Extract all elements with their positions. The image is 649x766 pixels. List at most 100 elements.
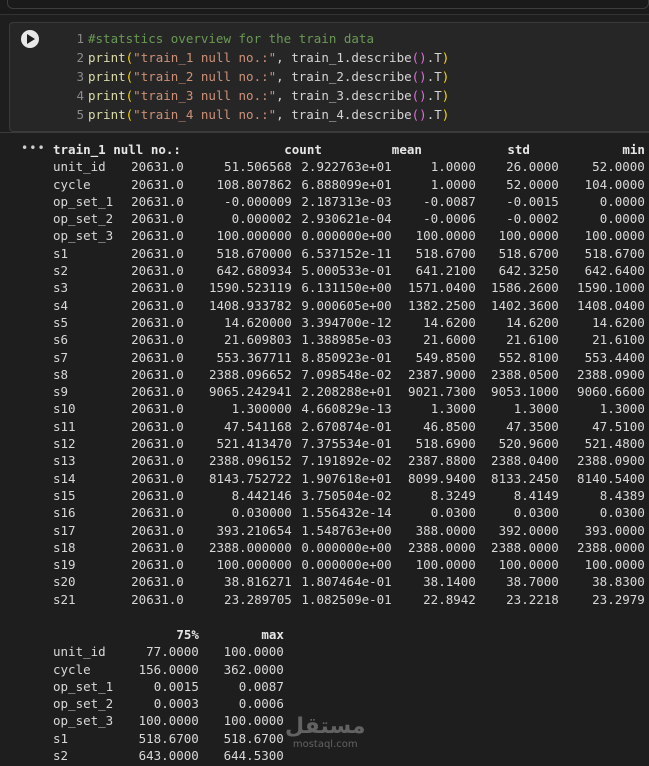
table-cell: 1.3000 xyxy=(599,401,645,417)
code-paren: ) xyxy=(441,50,450,65)
table-cell: 156.0000 xyxy=(138,661,199,677)
table-cell: 521.413470 xyxy=(216,436,292,452)
table-row-label: s20 xyxy=(53,574,76,590)
table-cell: 20631.0 xyxy=(131,314,184,330)
table-column-header: count xyxy=(284,142,322,157)
table-cell: 2.930621e-04 xyxy=(301,211,392,227)
table-cell: 100.0000 xyxy=(498,228,559,244)
table-cell: 1.556432e-14 xyxy=(301,505,392,521)
table-row-label: unit_id xyxy=(53,644,106,660)
table-cell: 20631.0 xyxy=(131,436,184,452)
table-cell: 20631.0 xyxy=(131,211,184,227)
table-cell: 5.000533e-01 xyxy=(301,263,392,279)
table-cell: 518.6700 xyxy=(138,730,199,746)
table-row-label: cycle xyxy=(53,661,91,677)
table-cell: 20631.0 xyxy=(131,453,184,469)
table-cell: 14.6200 xyxy=(592,314,645,330)
run-cell-button[interactable] xyxy=(21,30,39,48)
table-cell: 46.8500 xyxy=(423,418,476,434)
table-cell: 1.807464e-01 xyxy=(301,574,392,590)
code-paren: ) xyxy=(441,88,450,103)
table-row-label: s7 xyxy=(53,349,69,365)
output-divider xyxy=(0,132,649,133)
code-cell[interactable]: 1 #statstics overview for the train data 2… xyxy=(9,22,649,132)
code-editor[interactable]: 1 #statstics overview for the train data 2… xyxy=(72,29,449,124)
code-comma: , xyxy=(276,69,284,84)
code-identifier: train_4.describe xyxy=(283,107,412,122)
table-cell: 549.8500 xyxy=(415,349,476,365)
table-cell: 1408.0400 xyxy=(577,297,645,313)
table-cell: 9060.6600 xyxy=(577,384,645,400)
table-cell: 23.289705 xyxy=(224,591,292,607)
code-line: 2 print("train_1 null no.:", train_1.desc… xyxy=(72,48,449,67)
table-cell: 7.375534e-01 xyxy=(301,436,392,452)
table-cell: 2.670874e-01 xyxy=(301,418,392,434)
table-cell: 8.442146 xyxy=(231,487,292,503)
table-cell: 7.098548e-02 xyxy=(301,366,392,382)
table-cell: 1382.2500 xyxy=(408,297,476,313)
table-cell: 2388.0000 xyxy=(491,539,559,555)
table-cell: 20631.0 xyxy=(131,176,184,192)
table-cell: 1590.523119 xyxy=(208,280,292,296)
table-cell: 1590.1000 xyxy=(577,280,645,296)
table-row-label: s10 xyxy=(53,401,76,417)
code-function: print xyxy=(88,50,126,65)
code-identifier: .T xyxy=(426,107,442,122)
table-cell: 553.4400 xyxy=(584,349,645,365)
table-row-label: cycle xyxy=(53,176,91,192)
code-comment: #statstics overview for the train data xyxy=(88,31,374,46)
table-cell: 21.6100 xyxy=(506,332,559,348)
table-cell: 8099.9400 xyxy=(408,470,476,486)
line-number: 1 xyxy=(76,31,84,46)
code-function: print xyxy=(88,69,126,84)
table-cell: 20631.0 xyxy=(131,384,184,400)
code-paren: ) xyxy=(441,69,450,84)
table-cell: -0.0002 xyxy=(506,211,559,227)
table-cell: 642.3250 xyxy=(498,263,559,279)
table-cell: 1.3000 xyxy=(430,401,476,417)
table-cell: 0.000002 xyxy=(231,211,292,227)
table-cell: 38.8300 xyxy=(592,574,645,590)
table-row-label: s18 xyxy=(53,539,76,555)
code-identifier: .T xyxy=(426,69,442,84)
table-cell: 8143.752722 xyxy=(208,470,292,486)
code-paren: ) xyxy=(441,107,450,122)
table-cell: 0.0003 xyxy=(153,696,199,712)
table-cell: 52.0000 xyxy=(506,176,559,192)
table-row-label: s8 xyxy=(53,366,69,382)
table-cell: 520.9600 xyxy=(498,436,559,452)
table-row-label: s2 xyxy=(53,748,69,764)
table-cell: 1571.0400 xyxy=(408,280,476,296)
table-cell: 2388.0000 xyxy=(577,539,645,555)
table-cell: 0.0087 xyxy=(238,678,284,694)
table-row-label: s6 xyxy=(53,332,69,348)
table-cell: 2387.8800 xyxy=(408,453,476,469)
table-cell: 2.208288e+01 xyxy=(301,384,392,400)
table-cell: 6.537152e-11 xyxy=(301,245,392,261)
table-row-label: s17 xyxy=(53,522,76,538)
table-row-label: s9 xyxy=(53,384,69,400)
code-paren: () xyxy=(411,69,427,84)
table-cell: 26.0000 xyxy=(506,159,559,175)
table-cell: 1.300000 xyxy=(231,401,292,417)
table-cell: -0.0006 xyxy=(423,211,476,227)
table-cell: 0.000000e+00 xyxy=(301,539,392,555)
more-actions-icon[interactable]: ••• xyxy=(21,141,46,155)
table-cell: 47.541168 xyxy=(224,418,292,434)
table-column-header: max xyxy=(261,627,284,642)
code-function: print xyxy=(88,107,126,122)
table-cell: 51.506568 xyxy=(224,159,292,175)
code-identifier: .T xyxy=(426,88,442,103)
table-column-header: mean xyxy=(391,142,422,157)
table-cell: 392.0000 xyxy=(498,522,559,538)
table-cell: 38.1400 xyxy=(423,574,476,590)
table-cell: 518.6700 xyxy=(498,245,559,261)
table-cell: 0.000000e+00 xyxy=(301,228,392,244)
table-cell: 20631.0 xyxy=(131,332,184,348)
table-cell: 20631.0 xyxy=(131,349,184,365)
table-cell: 641.2100 xyxy=(415,263,476,279)
code-line: 1 #statstics overview for the train data xyxy=(72,29,449,48)
line-number: 2 xyxy=(76,50,84,65)
table-cell: 0.0006 xyxy=(238,696,284,712)
table-row-label: s11 xyxy=(53,418,76,434)
